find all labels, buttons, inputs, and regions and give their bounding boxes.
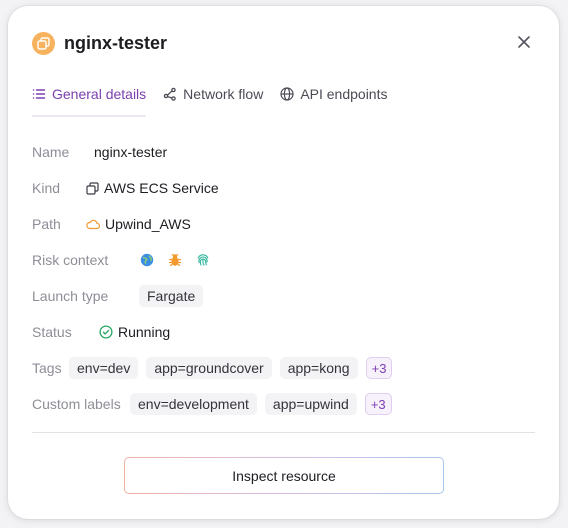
label-chip: app=upwind <box>264 393 357 415</box>
detail-label: Custom labels <box>32 396 121 412</box>
network-icon <box>163 87 176 101</box>
copy-icon <box>86 181 99 195</box>
launch-type-chip: Fargate <box>139 285 204 307</box>
status-text: Running <box>118 324 171 340</box>
detail-label: Kind <box>32 180 61 196</box>
detail-value[interactable]: Upwind_AWS <box>86 216 191 232</box>
card-header: nginx-tester <box>32 30 535 56</box>
detail-row-risk-context: Risk context <box>32 242 535 278</box>
detail-label: Tags <box>32 360 62 376</box>
resource-detail-card: nginx-tester General details Network flo… <box>8 6 559 519</box>
close-icon[interactable] <box>515 33 533 51</box>
tab-label: General details <box>52 86 147 102</box>
detail-row-path: Path Upwind_AWS <box>32 206 535 242</box>
tab-network-flow[interactable]: Network flow <box>163 84 263 104</box>
copy-icon <box>32 31 55 55</box>
detail-value: nginx-tester <box>94 144 168 160</box>
detail-row-kind: Kind AWS ECS Service <box>32 170 535 206</box>
inspect-resource-button[interactable]: Inspect resource <box>124 457 444 494</box>
check-circle-icon <box>99 325 113 339</box>
tab-general-details[interactable]: General details <box>32 84 147 117</box>
fingerprint-icon[interactable] <box>196 253 210 267</box>
status-value: Running <box>99 324 170 340</box>
detail-label: Status <box>32 324 72 340</box>
tags-more-button[interactable]: +3 <box>365 357 393 379</box>
tab-label: Network flow <box>183 86 264 102</box>
internet-globe-icon[interactable] <box>140 253 154 267</box>
details-list: Name nginx-tester Kind AWS ECS Service P… <box>32 134 535 422</box>
list-icon <box>32 89 46 99</box>
tag-chip: env=dev <box>69 357 139 379</box>
custom-labels-more-button[interactable]: +3 <box>364 393 392 415</box>
detail-row-launch-type: Launch type Fargate <box>32 278 535 314</box>
globe-icon <box>280 87 294 101</box>
detail-row-custom-labels: Custom labels env=development app=upwind… <box>32 386 535 422</box>
tab-label: API endpoints <box>300 86 388 102</box>
tag-chip: app=kong <box>279 357 358 379</box>
divider <box>32 432 535 433</box>
detail-label: Launch type <box>32 288 109 304</box>
detail-row-tags: Tags env=dev app=groundcover app=kong +3 <box>32 350 535 386</box>
kind-text: AWS ECS Service <box>104 180 219 196</box>
tab-api-endpoints[interactable]: API endpoints <box>280 84 387 104</box>
tag-chip: app=groundcover <box>146 357 272 379</box>
detail-label: Path <box>32 216 61 232</box>
bug-icon[interactable] <box>168 253 182 267</box>
label-chip: env=development <box>130 393 257 415</box>
detail-row-status: Status Running <box>32 314 535 350</box>
risk-icons <box>140 253 215 267</box>
detail-row-name: Name nginx-tester <box>32 134 535 170</box>
path-text: Upwind_AWS <box>105 216 191 232</box>
detail-value: AWS ECS Service <box>86 180 219 196</box>
cloud-icon <box>86 219 100 230</box>
resource-title: nginx-tester <box>64 32 168 53</box>
detail-label: Risk context <box>32 252 109 268</box>
detail-label: Name <box>32 144 70 160</box>
tab-bar: General details Network flow API endpoin… <box>32 84 404 118</box>
